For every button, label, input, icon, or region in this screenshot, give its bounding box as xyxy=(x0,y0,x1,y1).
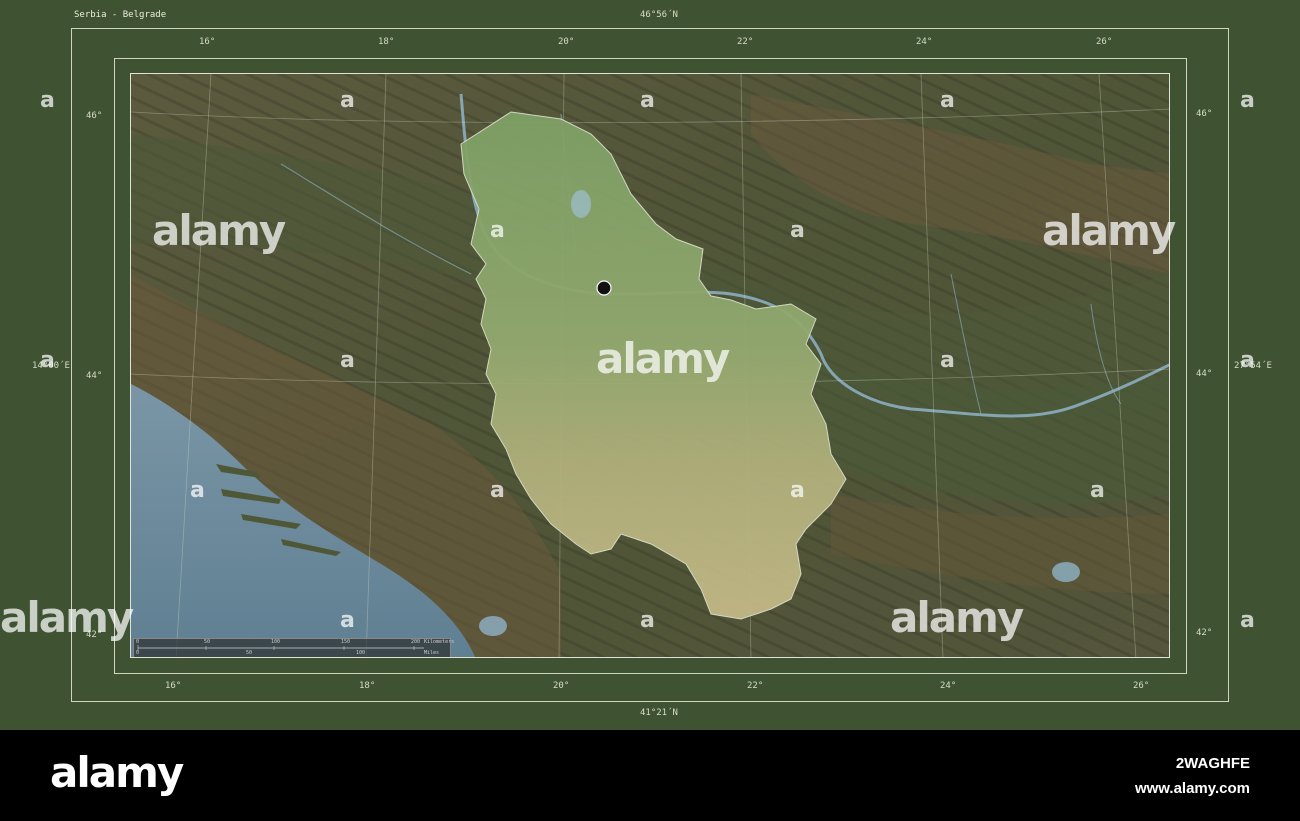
lon-label-bottom: 24° xyxy=(940,681,957,691)
watermark-a: a xyxy=(940,88,955,113)
lon-label-top: 24° xyxy=(916,37,933,47)
watermark-a: a xyxy=(1240,88,1255,113)
watermark-a: a xyxy=(640,608,655,633)
scale-tick: 200 xyxy=(411,639,421,645)
watermark-a: a xyxy=(490,218,505,243)
scale-tick: 0 xyxy=(136,639,140,645)
map-page: Serbia - Belgrade 46°56´N 41°21´N 14°00´… xyxy=(0,0,1300,730)
scale-tick: 100 xyxy=(271,639,281,645)
lon-label-top: 22° xyxy=(737,37,754,47)
scale-unit-km: Kilometers xyxy=(424,639,455,645)
lat-label-right: 44° xyxy=(1196,369,1213,379)
top-latitude-label: 46°56´N xyxy=(640,10,678,20)
scale-unit-mi: Miles xyxy=(424,650,440,656)
watermark-a: a xyxy=(490,478,505,503)
lon-label-bottom: 18° xyxy=(359,681,376,691)
watermark-a: a xyxy=(790,218,805,243)
image-id: 2WAGHFE xyxy=(1175,755,1250,772)
scale-tick: 100 xyxy=(356,650,366,656)
map-title: Serbia - Belgrade xyxy=(74,10,167,20)
watermark-a: a xyxy=(1240,348,1255,373)
lon-label-bottom: 22° xyxy=(747,681,764,691)
scale-tick: 150 xyxy=(341,639,351,645)
scale-tick: 0 xyxy=(136,650,140,656)
bottom-latitude-label: 41°21´N xyxy=(640,708,678,718)
scale-bar-lines xyxy=(137,645,424,651)
lake xyxy=(479,616,507,636)
watermark-a: a xyxy=(940,348,955,373)
alamy-logo[interactable]: alamy xyxy=(50,752,184,794)
watermark-a: a xyxy=(1240,608,1255,633)
watermark-a: a xyxy=(340,348,355,373)
lat-label-right: 42° xyxy=(1196,628,1213,638)
watermark-a: a xyxy=(340,88,355,113)
watermark: alamy xyxy=(152,206,286,255)
lon-label-top: 18° xyxy=(378,37,395,47)
alamy-url[interactable]: www.alamy.com xyxy=(1135,781,1250,796)
watermark-a: a xyxy=(40,348,55,373)
lat-label-right: 46° xyxy=(1196,109,1213,119)
watermark: alamy xyxy=(1042,206,1176,255)
watermark-a: a xyxy=(640,88,655,113)
lat-label-left: 46° xyxy=(86,111,103,121)
lat-label-left: 44° xyxy=(86,371,103,381)
watermark: alamy xyxy=(0,593,134,642)
watermark-a: a xyxy=(340,608,355,633)
capital-marker xyxy=(596,280,612,296)
lon-label-bottom: 16° xyxy=(165,681,182,691)
lake xyxy=(1052,562,1080,582)
alamy-footer xyxy=(0,730,1300,821)
scale-tick: 50 xyxy=(246,650,253,656)
lon-label-bottom: 26° xyxy=(1133,681,1150,691)
scale-bar: 0 50 100 150 200 Kilometers 0 50 100 Mil… xyxy=(133,638,455,657)
watermark: alamy xyxy=(890,593,1024,642)
lon-label-bottom: 20° xyxy=(553,681,570,691)
watermark-a: a xyxy=(1090,478,1105,503)
watermark: alamy xyxy=(596,334,730,383)
scale-tick: 50 xyxy=(204,639,211,645)
lon-label-top: 20° xyxy=(558,37,575,47)
watermark-a: a xyxy=(790,478,805,503)
watermark-a: a xyxy=(190,478,205,503)
lon-label-top: 26° xyxy=(1096,37,1113,47)
lon-label-top: 16° xyxy=(199,37,216,47)
watermark-a: a xyxy=(40,88,55,113)
serbia-lake xyxy=(571,190,591,218)
